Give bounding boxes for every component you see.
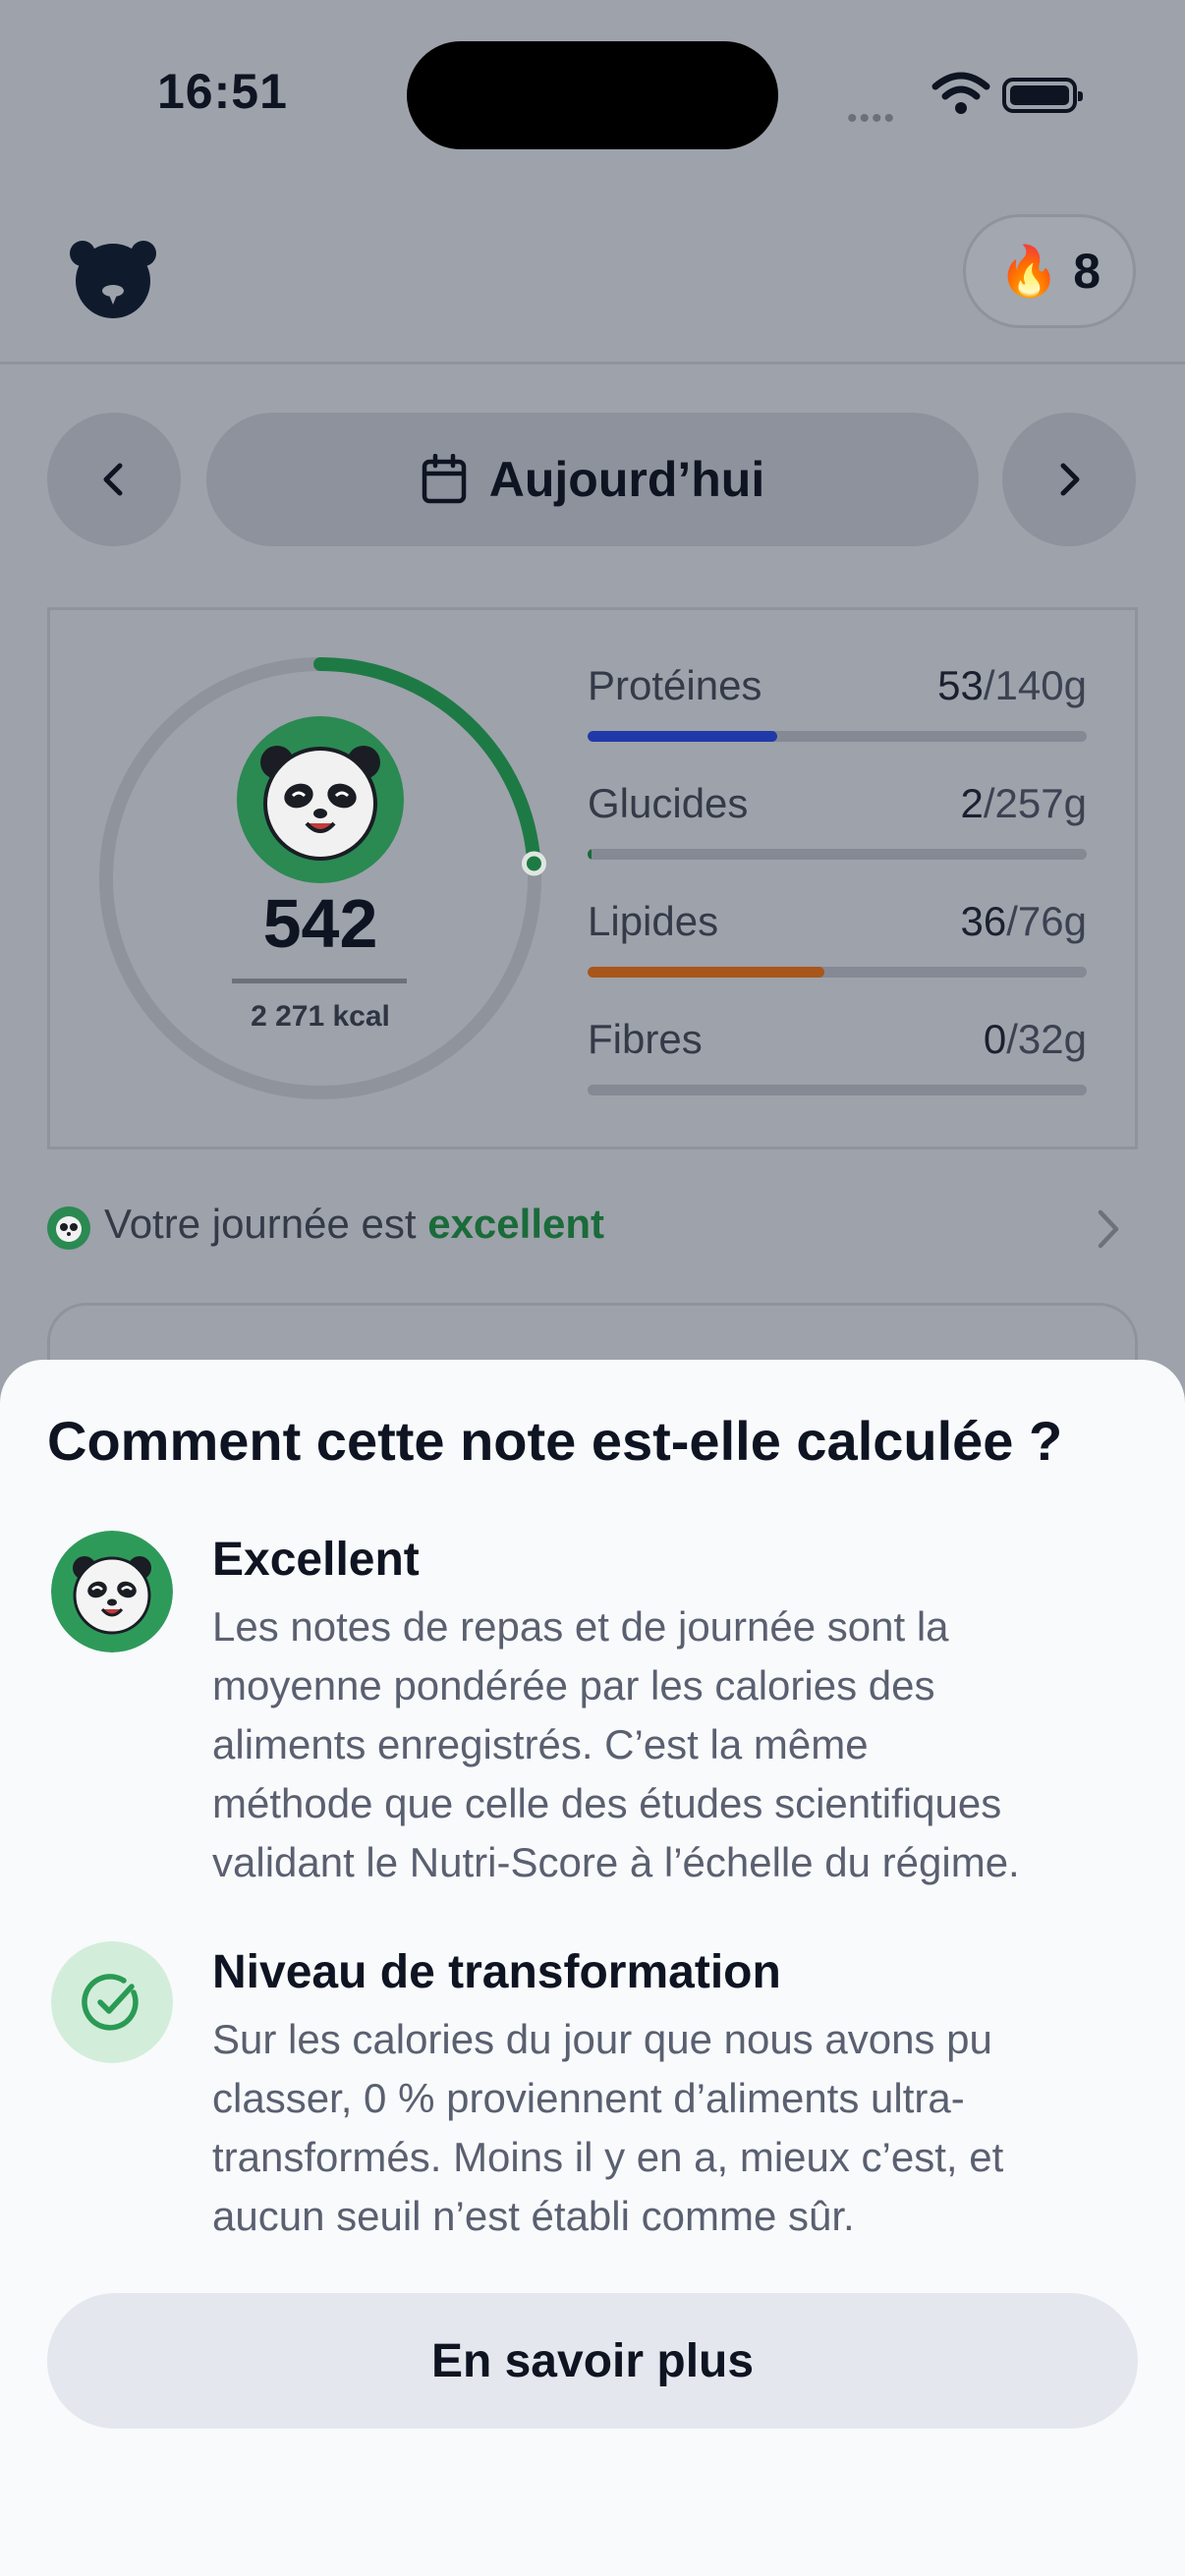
macro-progress-bar <box>588 731 1087 742</box>
calorie-progress-knob <box>521 851 546 876</box>
processing-level-heading: Niveau de transformation <box>212 1946 781 1998</box>
panda-mascot-icon <box>237 716 404 883</box>
date-label: Aujourd’hui <box>488 452 765 507</box>
next-day-button[interactable] <box>1002 413 1136 546</box>
date-selector[interactable]: Aujourd’hui <box>206 413 979 546</box>
excellent-description: Les notes de repas et de journée sont la… <box>212 1603 1020 1885</box>
panda-face-icon <box>47 1206 90 1250</box>
macro-value: 0/32g <box>983 1016 1087 1062</box>
macro-progress-fill <box>588 731 777 742</box>
excellent-heading: Excellent <box>212 1534 420 1586</box>
battery-icon <box>1002 78 1083 113</box>
sheet-title: Comment cette note est-elle calculée ? <box>47 1410 1063 1472</box>
macro-name: Lipides <box>588 898 719 944</box>
macro-progress-bar <box>588 849 1087 860</box>
day-rating-value: excellent <box>427 1201 604 1247</box>
chevron-right-icon <box>1060 463 1080 496</box>
processing-level-description: Sur les calories du jour que nous avons … <box>212 2016 1004 2239</box>
bear-face-icon[interactable] <box>69 234 157 322</box>
calorie-ring <box>99 657 546 1099</box>
dynamic-island <box>407 41 778 149</box>
cellular-signal-icon: •••• <box>847 102 897 135</box>
macro-value: 53/140g <box>937 662 1087 708</box>
macro-name: Glucides <box>588 780 749 826</box>
macro-progress-fill <box>588 849 592 860</box>
prev-day-button[interactable] <box>47 413 181 546</box>
macro-progress-bar <box>588 1085 1087 1095</box>
check-circle-icon <box>51 1941 173 2063</box>
calories-divider <box>232 979 407 983</box>
header-divider <box>0 362 1185 364</box>
macro-value: 36/76g <box>960 898 1087 944</box>
streak-badge[interactable]: 🔥 8 <box>963 214 1136 328</box>
fire-icon: 🔥 <box>997 243 1060 299</box>
day-rating-text[interactable]: Votre journée est excellent <box>104 1201 604 1248</box>
calendar-icon <box>422 454 466 504</box>
status-time: 16:51 <box>157 64 288 119</box>
learn-more-button[interactable]: En savoir plus <box>47 2293 1138 2429</box>
macro-value: 2/257g <box>960 780 1087 826</box>
calorie-goal: 2 271 kcal <box>251 1000 390 1033</box>
streak-count: 8 <box>1073 244 1101 299</box>
macro-progress-fill <box>588 967 824 978</box>
macro-name: Protéines <box>588 662 762 708</box>
calories-eaten: 542 <box>262 885 378 962</box>
wifi-icon <box>931 72 990 114</box>
chevron-left-icon <box>103 463 123 496</box>
macro-name: Fibres <box>588 1016 703 1062</box>
chevron-right-icon[interactable] <box>1091 1206 1126 1252</box>
macro-progress-bar <box>588 967 1087 978</box>
panda-face-icon <box>51 1531 173 1652</box>
